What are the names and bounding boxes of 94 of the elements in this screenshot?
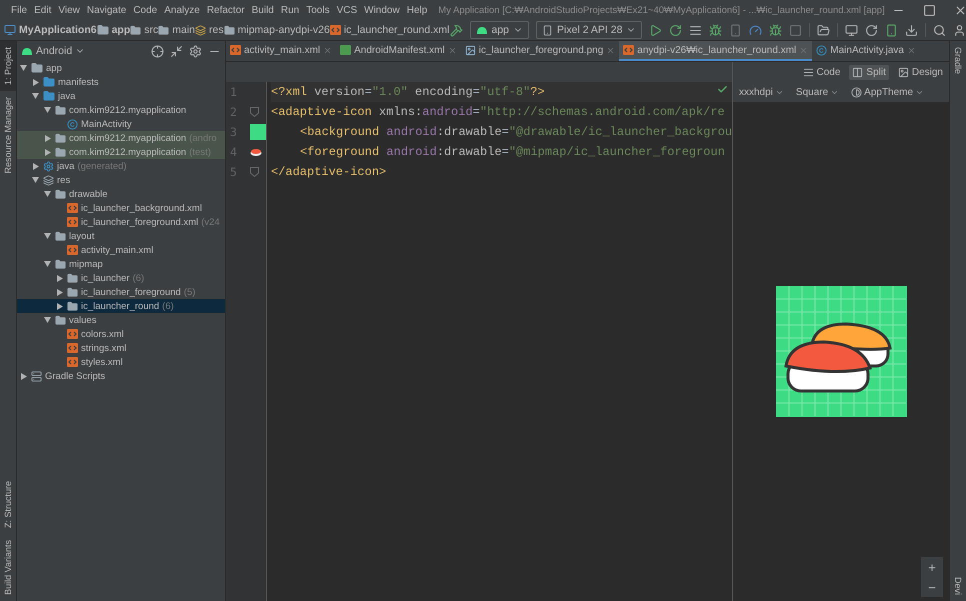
tool-window-tab[interactable]: Devi bbox=[950, 570, 966, 601]
tree-item-label: ic_launcher_foreground.xml bbox=[81, 216, 198, 228]
breadcrumb[interactable]: app bbox=[96, 24, 130, 36]
tree-item-label: app bbox=[46, 62, 62, 74]
preview-option-dropdown[interactable]: xxxhdpi bbox=[736, 86, 787, 98]
menu-item[interactable]: Refactor bbox=[206, 4, 245, 16]
run-config-dropdown[interactable]: app bbox=[470, 21, 530, 39]
tool-window-tab[interactable]: Resource Manager bbox=[0, 91, 16, 180]
tree-item-label: java bbox=[57, 160, 74, 172]
tree-item[interactable]: java (generated) bbox=[17, 159, 225, 173]
tree-item[interactable]: colors.xml bbox=[17, 327, 225, 341]
tree-item-label: activity_main.xml bbox=[81, 244, 154, 256]
tree-item-label: styles.xml bbox=[81, 356, 123, 368]
tree-item[interactable]: MainActivity bbox=[17, 117, 225, 131]
tool-window-tab[interactable]: Build Variants bbox=[0, 534, 16, 601]
menu-item[interactable]: View bbox=[58, 4, 80, 16]
code-line: <foreground android:drawable="@mipmap/ic_launcher_foregroun bbox=[299, 144, 726, 161]
tree-item-hint: (6) bbox=[132, 272, 144, 284]
tree-item[interactable]: ic_launcher (6) bbox=[17, 271, 225, 285]
tree-item-label: com.kim9212.myapplication bbox=[69, 104, 186, 116]
device-dropdown[interactable]: Pixel 2 API 28 bbox=[536, 21, 642, 39]
tree-item[interactable]: values bbox=[17, 313, 225, 327]
tree-item[interactable]: ic_launcher_foreground (5) bbox=[17, 285, 225, 299]
tree-item-label: ic_launcher_round bbox=[81, 300, 160, 312]
tool-window-tab[interactable]: 1: Project bbox=[0, 41, 16, 92]
preview-option-dropdown[interactable]: Square bbox=[792, 86, 842, 98]
tree-item-hint: (6) bbox=[162, 300, 174, 312]
menu-item[interactable]: Edit bbox=[34, 4, 52, 16]
breadcrumb[interactable]: main bbox=[158, 24, 196, 36]
tree-item-label: ic_launcher_background.xml bbox=[81, 202, 202, 214]
tree-item-label: java bbox=[58, 90, 76, 102]
tree-item-label: colors.xml bbox=[81, 328, 124, 340]
tree-item[interactable]: strings.xml bbox=[17, 341, 225, 355]
breadcrumb[interactable]: MyApplication6 bbox=[4, 24, 97, 36]
tree-item[interactable]: app bbox=[17, 61, 225, 75]
tree-item[interactable]: ic_launcher_foreground.xml (v24 bbox=[17, 215, 225, 229]
tree-item-label: ic_launcher bbox=[81, 272, 130, 284]
tree-item-label: mipmap bbox=[69, 258, 103, 270]
code-line: </adaptive-icon> bbox=[271, 164, 388, 181]
breadcrumb[interactable]: src bbox=[130, 24, 158, 36]
menu-item[interactable]: Analyze bbox=[164, 4, 200, 16]
tree-item-label: res bbox=[57, 174, 70, 186]
tree-item[interactable]: Gradle Scripts bbox=[17, 369, 225, 383]
tree-item-label: manifests bbox=[58, 76, 99, 88]
tree-item-label: com.kim9212.myapplication bbox=[69, 132, 186, 144]
view-mode-button[interactable]: Split bbox=[849, 64, 889, 80]
tree-item[interactable]: drawable bbox=[17, 187, 225, 201]
menu-item[interactable]: File bbox=[11, 4, 28, 16]
tree-item[interactable]: java bbox=[17, 89, 225, 103]
tree-item[interactable]: mipmap bbox=[17, 257, 225, 271]
menu-item[interactable]: Window bbox=[364, 4, 400, 16]
breadcrumb[interactable]: res bbox=[195, 24, 224, 36]
tree-item[interactable]: ic_launcher_round (6) bbox=[17, 299, 225, 313]
breadcrumb[interactable]: mipmap-anydpi-v26 bbox=[224, 24, 330, 36]
view-mode-button[interactable]: Code bbox=[800, 64, 844, 80]
code-line: <adaptive-icon xmlns:android="http://schemas.android.com/apk/re bbox=[271, 104, 726, 121]
tree-item[interactable]: styles.xml bbox=[17, 355, 225, 369]
tree-item[interactable]: res bbox=[17, 173, 225, 187]
tree-item-label: ic_launcher_foreground bbox=[81, 286, 181, 298]
menu-item[interactable]: Build bbox=[252, 4, 274, 16]
menu-item[interactable]: Tools bbox=[306, 4, 330, 16]
editor-tab[interactable]: ic_launcher_foreground.png bbox=[460, 41, 620, 61]
tree-item-label: values bbox=[69, 314, 96, 326]
menu-item[interactable]: Run bbox=[280, 4, 300, 16]
project-view-dropdown[interactable]: Android bbox=[21, 45, 86, 57]
tree-item-label: Gradle Scripts bbox=[45, 370, 106, 382]
editor-tab[interactable]: AndroidManifest.xml bbox=[336, 41, 461, 61]
tree-item-label: com.kim9212.myapplication bbox=[69, 146, 186, 158]
tree-item-hint: (5) bbox=[184, 286, 196, 298]
tree-item[interactable]: com.kim9212.myapplication bbox=[17, 103, 225, 117]
tree-item-label: drawable bbox=[69, 188, 108, 200]
tree-item[interactable]: activity_main.xml bbox=[17, 243, 225, 257]
tree-item[interactable]: manifests bbox=[17, 75, 225, 89]
tree-item-label: strings.xml bbox=[81, 342, 126, 354]
tree-item-hint: (generated) bbox=[77, 160, 127, 172]
view-mode-button[interactable]: Design bbox=[894, 64, 946, 80]
menu-item[interactable]: Code bbox=[133, 4, 158, 16]
tool-window-tab[interactable]: Gradle bbox=[950, 41, 966, 80]
tree-item-hint: (v24 bbox=[201, 216, 220, 228]
menu-item[interactable]: Navigate bbox=[86, 4, 126, 16]
preview-option-dropdown[interactable]: AppTheme bbox=[848, 86, 928, 98]
window-title: My Application [C:₩AndroidStudioProjects₩Ex21~40₩MyApplication6] - ...₩ic_launcher_round.xml [app] bbox=[438, 4, 885, 16]
tree-item-label: layout bbox=[69, 230, 94, 242]
editor-tab[interactable]: anydpi-v26₩ic_launcher_round.xml bbox=[619, 41, 812, 61]
tree-item-label: MainActivity bbox=[81, 118, 132, 130]
tree-item[interactable]: layout bbox=[17, 229, 225, 243]
breadcrumb[interactable]: ic_launcher_round.xml bbox=[330, 24, 450, 36]
menu-item[interactable]: Help bbox=[406, 4, 428, 16]
code-line: <background android:drawable="@drawable/ic_launcher_backgrou bbox=[299, 124, 732, 141]
tree-item[interactable]: ic_launcher_background.xml bbox=[17, 201, 225, 215]
menu-item[interactable]: VCS bbox=[336, 4, 358, 16]
editor-tab[interactable]: activity_main.xml bbox=[226, 41, 336, 61]
tool-window-tab[interactable]: Z: Structure bbox=[0, 475, 16, 534]
editor-tab[interactable]: MainActivity.java bbox=[812, 41, 920, 61]
